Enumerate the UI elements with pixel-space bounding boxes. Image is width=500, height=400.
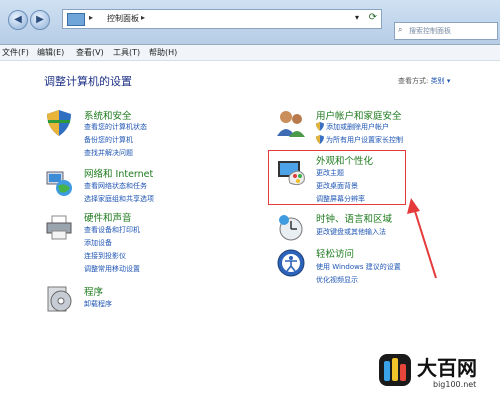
category-link[interactable]: 卸载程序 <box>84 299 112 309</box>
watermark-title: 大百网 <box>417 356 477 380</box>
view-by-dropdown[interactable]: 类别 <box>431 77 445 85</box>
address-bar: ◀ ▶ ▸ 控制面板 ▸ ▾ ⟳ ⌕ 搜索控制面板 <box>0 0 500 45</box>
category-title[interactable]: 轻松访问 <box>316 246 354 260</box>
category-link[interactable]: 选择家庭组和共享选项 <box>84 194 154 204</box>
breadcrumb-arrow-icon[interactable]: ▸ <box>89 13 93 22</box>
programs-disc-icon[interactable] <box>44 284 74 314</box>
category-link[interactable]: 查看您的计算机状态 <box>84 122 147 132</box>
watermark-logo-icon <box>379 354 411 386</box>
search-input[interactable]: ⌕ 搜索控制面板 <box>394 22 498 40</box>
page-title: 调整计算机的设置 <box>44 75 132 88</box>
category-link[interactable]: 使用 Windows 建议的设置 <box>316 262 401 272</box>
category-title[interactable]: 系统和安全 <box>84 108 132 122</box>
menu-help[interactable]: 帮助(H) <box>149 47 177 58</box>
category-link[interactable]: 查找并解决问题 <box>84 148 133 158</box>
chevron-down-icon[interactable]: ▾ <box>355 13 359 22</box>
menu-file[interactable]: 文件(F) <box>2 47 29 58</box>
watermark: 大百网 big100.net <box>377 350 497 394</box>
uac-shield-icon <box>316 122 324 131</box>
category-link[interactable]: 备份您的计算机 <box>84 135 133 145</box>
category-link[interactable]: 连接到投影仪 <box>84 251 126 261</box>
clock-globe-icon[interactable] <box>276 212 306 242</box>
category-link[interactable]: 查看网络状态和任务 <box>84 181 147 191</box>
watermark-url: big100.net <box>433 380 477 389</box>
category-title[interactable]: 网络和 Internet <box>84 166 153 180</box>
menu-view[interactable]: 查看(V) <box>76 47 104 58</box>
category-link[interactable]: 更改键盘或其他输入法 <box>316 227 386 237</box>
forward-button[interactable]: ▶ <box>30 10 50 30</box>
category-title[interactable]: 硬件和声音 <box>84 210 132 224</box>
printer-icon[interactable] <box>44 212 74 242</box>
chevron-down-icon[interactable]: ▾ <box>447 77 451 85</box>
annotation-highlight-box <box>268 150 406 205</box>
category-link[interactable]: 为所有用户设置家长控制 <box>326 135 403 145</box>
uac-shield-icon <box>316 135 324 144</box>
shield-icon[interactable] <box>44 108 74 138</box>
breadcrumb[interactable]: 控制面板 <box>107 13 139 24</box>
category-title[interactable]: 时钟、语言和区域 <box>316 211 392 225</box>
breadcrumb-arrow-icon[interactable]: ▸ <box>141 13 145 22</box>
category-title[interactable]: 程序 <box>84 284 103 298</box>
category-link[interactable]: 调整常用移动设置 <box>84 264 140 274</box>
menu-tools[interactable]: 工具(T) <box>113 47 140 58</box>
search-placeholder: 搜索控制面板 <box>409 27 451 35</box>
back-button[interactable]: ◀ <box>8 10 28 30</box>
address-field[interactable]: ▸ 控制面板 ▸ ▾ ⟳ <box>62 9 382 29</box>
ease-of-access-icon[interactable] <box>276 248 306 278</box>
category-link[interactable]: 优化视频显示 <box>316 275 358 285</box>
network-globe-icon[interactable] <box>44 168 74 198</box>
search-icon[interactable]: ⌕ <box>398 25 402 35</box>
category-title[interactable]: 用户帐户和家庭安全 <box>316 108 402 122</box>
control-panel-icon <box>67 13 85 26</box>
category-link[interactable]: 添加设备 <box>84 238 112 248</box>
category-link[interactable]: 添加或删除用户帐户 <box>326 122 389 132</box>
view-by: 查看方式: 类别 ▾ <box>398 76 450 86</box>
users-icon[interactable] <box>276 108 306 138</box>
view-by-label: 查看方式: <box>398 77 429 85</box>
refresh-icon[interactable]: ⟳ <box>369 12 377 23</box>
menu-edit[interactable]: 编辑(E) <box>37 47 64 58</box>
category-link[interactable]: 查看设备和打印机 <box>84 225 140 235</box>
menu-bar: 文件(F) 编辑(E) 查看(V) 工具(T) 帮助(H) <box>0 45 500 61</box>
